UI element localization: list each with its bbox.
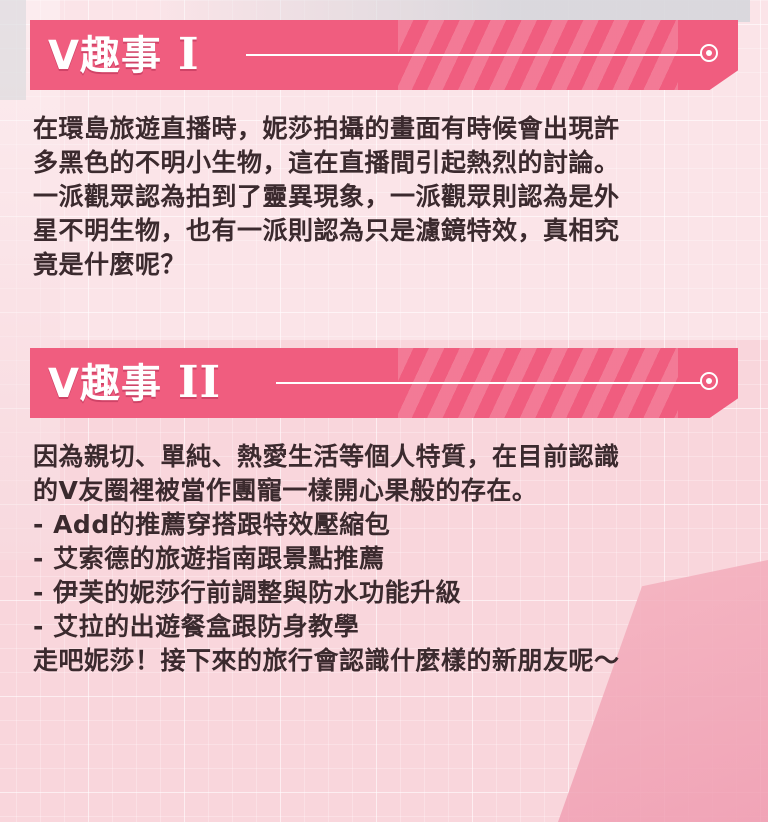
- target-dot-icon: [700, 372, 718, 390]
- section2-list-item: - 伊芙的妮莎行前調整與防水功能升級: [33, 578, 462, 607]
- section2-line: 的V友圈裡被當作團寵一樣開心果般的存在。: [33, 476, 538, 505]
- section1-line: 在環島旅遊直播時，妮莎拍攝的畫面有時候會出現許: [33, 114, 620, 143]
- background-gray-bar: [0, 0, 26, 100]
- section2-header: V趣事 II: [30, 348, 738, 418]
- section1-line: 多黑色的不明小生物，這在直播間引起熱烈的討論。: [33, 148, 620, 177]
- section1-line: 竟是什麼呢？: [33, 250, 187, 279]
- section2-line: 走吧妮莎！接下來的旅行會認識什麼樣的新朋友呢～: [33, 646, 620, 675]
- section1-line: 星不明生物，也有一派則認為只是濾鏡特效，真相究: [33, 216, 620, 245]
- section2-list-item: - 艾索德的旅遊指南跟景點推薦: [33, 544, 385, 573]
- background-gray-top: [150, 0, 750, 22]
- section2-list-item: - Add的推薦穿搭跟特效壓縮包: [33, 510, 391, 539]
- section2-body: 因為親切、單純、熱愛生活等個人特質，在目前認識 的V友圈裡被當作團寵一樣開心果般…: [33, 440, 733, 678]
- section1-line: 一派觀眾認為拍到了靈異現象，一派觀眾則認為是外: [33, 182, 620, 211]
- section2-title: V趣事 II: [48, 358, 221, 409]
- section1-header: V趣事 I: [30, 20, 738, 90]
- section2-line: 因為親切、單純、熱愛生活等個人特質，在目前認識: [33, 442, 620, 471]
- section1-title-text: V趣事: [48, 33, 162, 79]
- section2-title-text: V趣事: [48, 361, 162, 407]
- section1-numeral: I: [177, 29, 200, 80]
- section2-list-item: - 艾拉的出遊餐盒跟防身教學: [33, 612, 360, 641]
- section2-numeral: II: [177, 357, 222, 408]
- section1-body: 在環島旅遊直播時，妮莎拍攝的畫面有時候會出現許 多黑色的不明小生物，這在直播間引…: [33, 112, 733, 282]
- target-dot-icon: [700, 44, 718, 62]
- section1-title: V趣事 I: [48, 30, 200, 81]
- section2-header-line: [276, 382, 702, 384]
- section1-header-line: [246, 54, 702, 56]
